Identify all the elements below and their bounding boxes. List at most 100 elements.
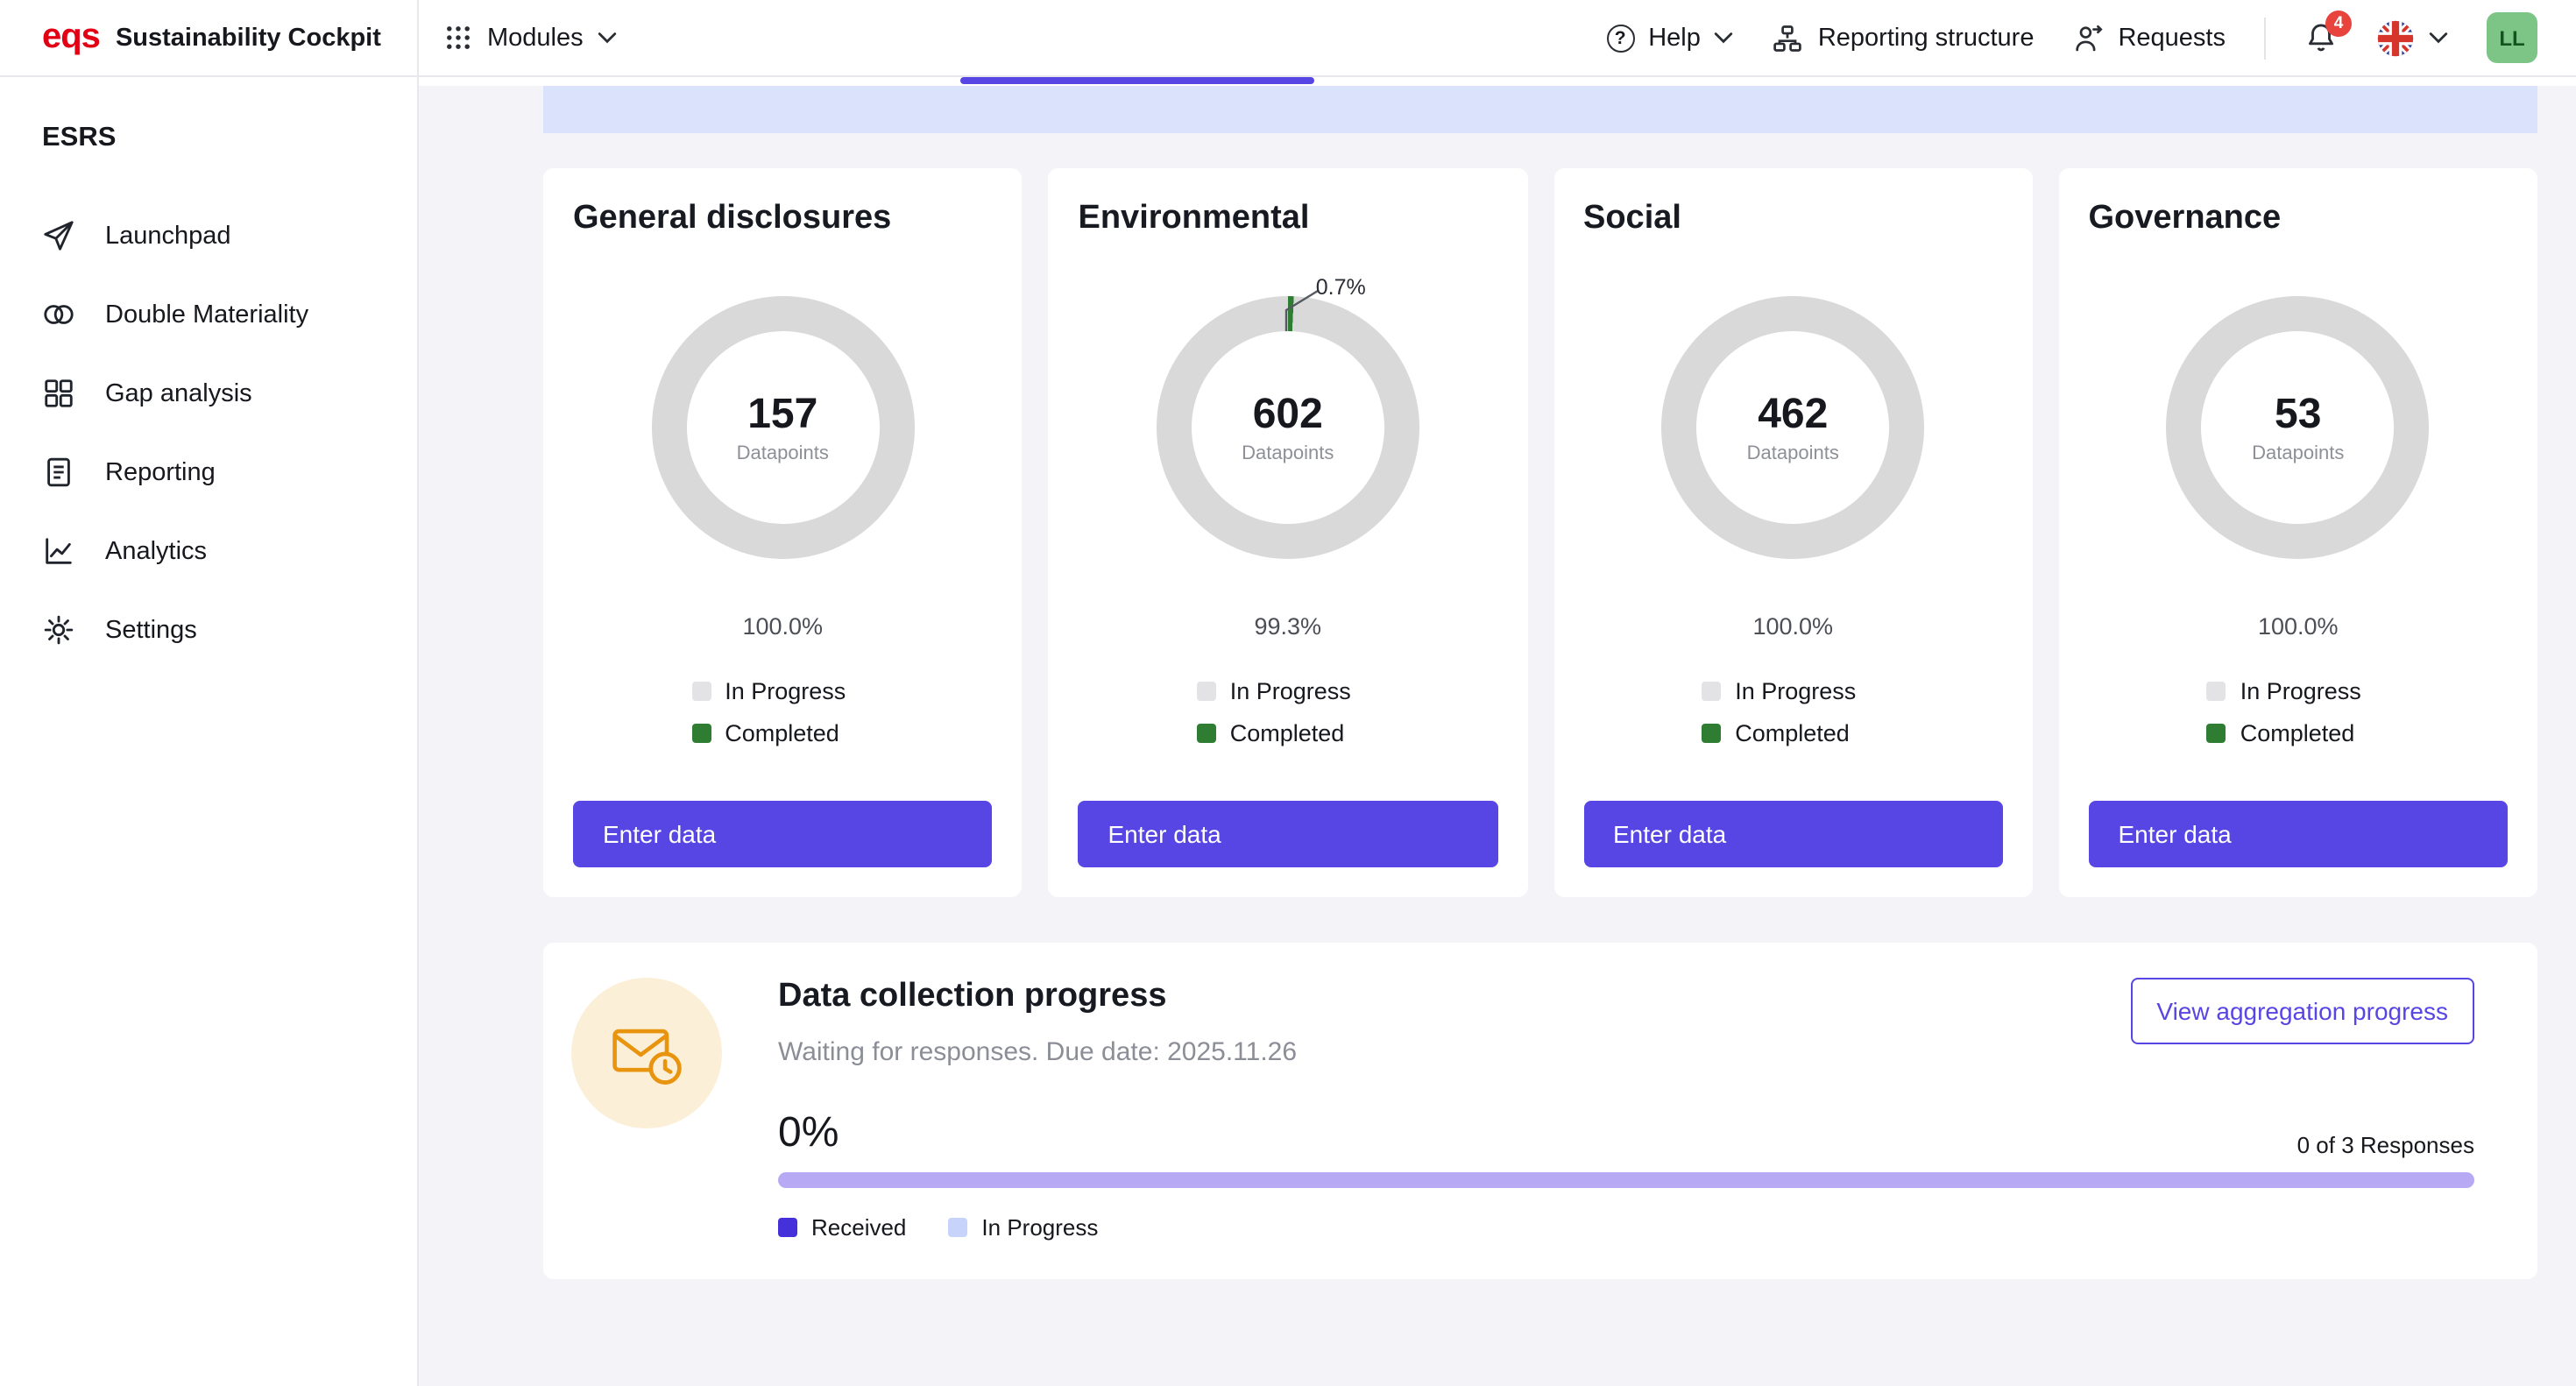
legend-label: In Progress xyxy=(1230,678,1351,704)
progress-percent: 0% xyxy=(778,1109,839,1158)
sidebar-section-title: ESRS xyxy=(0,123,417,154)
gear-icon xyxy=(42,613,75,647)
received-swatch xyxy=(778,1218,797,1237)
legend-in-progress: In Progress xyxy=(1197,678,1379,704)
help-icon: ? xyxy=(1606,24,1634,52)
main-content: General disclosures 157 Datapoints 100.0… xyxy=(419,77,2576,1386)
legend-received: Received xyxy=(778,1214,906,1241)
user-avatar[interactable]: LL xyxy=(2487,12,2537,63)
card-environmental: Environmental 0.7% 602 Datapoints xyxy=(1049,168,1528,897)
card-title: Environmental xyxy=(1079,200,1498,238)
data-collection-subtitle: Waiting for responses. Due date: 2025.11… xyxy=(778,1037,1297,1067)
legend-label: In Progress xyxy=(1735,678,1856,704)
tab-bar-remnant xyxy=(419,77,2576,86)
legend-label: Received xyxy=(811,1214,906,1241)
legend-in-progress: In Progress xyxy=(2207,678,2389,704)
donut-chart: 53 Datapoints xyxy=(2089,259,2509,596)
data-collection-card: Data collection progress Waiting for res… xyxy=(543,943,2537,1279)
card-title: Governance xyxy=(2089,200,2509,238)
language-button[interactable] xyxy=(2376,18,2448,57)
category-cards: General disclosures 157 Datapoints 100.0… xyxy=(543,168,2537,897)
legend-label: Completed xyxy=(725,720,839,746)
legend-in-progress: In Progress xyxy=(948,1214,1098,1241)
requests-button[interactable]: Requests xyxy=(2072,22,2226,53)
donut-legend: In Progress Completed xyxy=(2207,678,2389,746)
donut-center: 157 Datapoints xyxy=(686,331,879,524)
datapoints-label: Datapoints xyxy=(737,443,829,464)
enter-data-button[interactable]: Enter data xyxy=(1079,801,1498,867)
notifications-button[interactable]: 4 xyxy=(2304,21,2338,54)
requests-label: Requests xyxy=(2118,24,2226,52)
sidebar-item-label: Gap analysis xyxy=(105,379,252,407)
enter-data-button[interactable]: Enter data xyxy=(2089,801,2509,867)
donut-center: 53 Datapoints xyxy=(2202,331,2395,524)
reporting-structure-button[interactable]: Reporting structure xyxy=(1773,22,2035,53)
donut-chart: 157 Datapoints xyxy=(573,259,993,596)
datapoints-value: 157 xyxy=(747,391,817,440)
datapoints-label: Datapoints xyxy=(1747,443,1839,464)
sidebar-item-launchpad[interactable]: Launchpad xyxy=(0,196,417,275)
chevron-down-icon xyxy=(598,32,617,44)
donut-center: 462 Datapoints xyxy=(1696,331,1889,524)
topbar-actions: ? Help Reporting structure xyxy=(1606,12,2576,63)
modules-menu-button[interactable]: Modules xyxy=(443,23,617,53)
donut-ring: 462 Datapoints xyxy=(1661,296,1924,559)
legend-completed: Completed xyxy=(691,720,874,746)
datapoints-label: Datapoints xyxy=(1242,443,1334,464)
card-governance: Governance 53 Datapoints 100.0% In Progr… xyxy=(2059,168,2538,897)
in-progress-percent: 100.0% xyxy=(2089,613,2509,640)
donut-legend: In Progress Completed xyxy=(1702,678,1884,746)
sidebar-item-reporting[interactable]: Reporting xyxy=(0,433,417,512)
donut-chart: 0.7% 602 Datapoints xyxy=(1079,259,1498,596)
sidebar-item-label: Analytics xyxy=(105,537,207,565)
sidebar-item-settings[interactable]: Settings xyxy=(0,590,417,669)
chevron-down-icon xyxy=(2429,32,2448,44)
legend-label: Completed xyxy=(1230,720,1345,746)
in-progress-percent: 99.3% xyxy=(1079,613,1498,640)
sidebar-item-label: Double Materiality xyxy=(105,301,308,329)
modules-label: Modules xyxy=(487,24,584,52)
in-progress-percent: 100.0% xyxy=(1583,613,2003,640)
legend-label: Completed xyxy=(2240,720,2355,746)
reporting-structure-label: Reporting structure xyxy=(1818,24,2035,52)
sitemap-icon xyxy=(1773,22,1804,53)
in-progress-swatch xyxy=(1197,682,1216,701)
document-icon xyxy=(42,456,75,489)
callout-label: 0.7% xyxy=(1316,275,1366,300)
datapoints-value: 602 xyxy=(1253,391,1323,440)
datapoints-value: 53 xyxy=(2275,391,2321,440)
completed-swatch xyxy=(691,724,711,743)
card-title: Social xyxy=(1583,200,2003,238)
donut-legend: In Progress Completed xyxy=(691,678,874,746)
datapoints-label: Datapoints xyxy=(2252,443,2344,464)
sidebar-item-label: Reporting xyxy=(105,458,216,486)
sidebar-item-double-materiality[interactable]: Double Materiality xyxy=(0,275,417,354)
line-chart-icon xyxy=(42,534,75,568)
in-progress-swatch xyxy=(948,1218,967,1237)
enter-data-button[interactable]: Enter data xyxy=(573,801,993,867)
sidebar-item-analytics[interactable]: Analytics xyxy=(0,512,417,590)
legend-in-progress: In Progress xyxy=(691,678,874,704)
uk-flag-icon xyxy=(2376,18,2415,57)
brand: eqs Sustainability Cockpit xyxy=(0,0,419,75)
responses-count: 0 of 3 Responses xyxy=(2297,1132,2474,1158)
donut-ring: 53 Datapoints xyxy=(2167,296,2430,559)
completed-swatch xyxy=(1197,724,1216,743)
app-title: Sustainability Cockpit xyxy=(116,24,381,52)
enter-data-button[interactable]: Enter data xyxy=(1583,801,2003,867)
legend-completed: Completed xyxy=(1702,720,1884,746)
legend-label: In Progress xyxy=(725,678,846,704)
grid-icon xyxy=(42,377,75,410)
card-general-disclosures: General disclosures 157 Datapoints 100.0… xyxy=(543,168,1023,897)
in-progress-swatch xyxy=(691,682,711,701)
banner-remnant xyxy=(543,86,2537,133)
card-title: General disclosures xyxy=(573,200,993,238)
donut-ring: 0.7% 602 Datapoints xyxy=(1157,296,1419,559)
view-aggregation-progress-button[interactable]: View aggregation progress xyxy=(2130,978,2474,1044)
progress-legend: Received In Progress xyxy=(778,1214,2474,1241)
sidebar-item-gap-analysis[interactable]: Gap analysis xyxy=(0,354,417,433)
help-button[interactable]: ? Help xyxy=(1606,24,1734,52)
active-tab-underline xyxy=(960,77,1314,84)
eqs-logo: eqs xyxy=(42,18,100,58)
legend-completed: Completed xyxy=(1197,720,1379,746)
